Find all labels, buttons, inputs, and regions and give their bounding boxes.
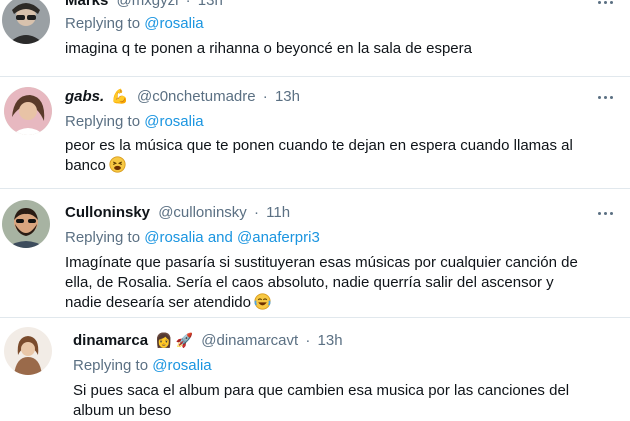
mention-link[interactable]: @rosalia: [144, 229, 203, 246]
tweet-text: Si pues saca el album para que cambien e…: [73, 381, 628, 421]
user-handle[interactable]: @mxgyzi: [117, 0, 179, 9]
more-options-icon[interactable]: [598, 212, 618, 220]
mention-link[interactable]: @rosalia: [144, 15, 203, 32]
tweet-text-line: ella, de Rosalia. Sería el caos absoluto…: [65, 274, 554, 291]
separator-dot: ·: [185, 0, 191, 9]
rocket-emoji: 🚀: [175, 332, 194, 348]
replying-prefix: Replying to: [65, 229, 141, 246]
tweet-header: Marks @mxgyzi · 13h: [65, 0, 223, 9]
avatar[interactable]: [2, 0, 50, 44]
tweet-text: peor es la música que te ponen cuando te…: [65, 136, 620, 176]
reply-tweet[interactable]: Culloninsky @culloninsky · 11h Replying …: [0, 189, 630, 317]
tweet-header: dinamarca 👩 🚀 @dinamarcavt · 13h: [73, 332, 343, 349]
replying-to: Replying to @rosalia: [73, 357, 212, 374]
more-options-icon[interactable]: [598, 1, 618, 9]
user-handle[interactable]: @culloninsky: [158, 204, 247, 221]
reply-tweet[interactable]: dinamarca 👩 🚀 @dinamarcavt · 13h Replying…: [0, 318, 630, 420]
display-name[interactable]: gabs.: [65, 88, 104, 105]
timestamp[interactable]: 13h: [318, 332, 343, 349]
flexed-biceps-emoji: 💪: [111, 88, 129, 104]
tired-face-emoji: [109, 156, 126, 173]
reply-tweet[interactable]: Marks @mxgyzi · 13h Replying to @rosalia…: [0, 0, 630, 76]
tweet-text-line: peor es la música que te ponen cuando te…: [65, 137, 573, 154]
user-handle[interactable]: @c0nchetumadre: [137, 88, 256, 105]
replying-prefix: Replying to: [65, 15, 141, 32]
avatar[interactable]: [4, 87, 52, 135]
timestamp[interactable]: 11h: [266, 204, 290, 221]
replying-to: Replying to @rosalia: [65, 15, 204, 32]
tears-of-joy-emoji: [254, 293, 271, 310]
tweet-text-line: Si pues saca el album para que cambien e…: [73, 382, 570, 399]
replying-prefix: Replying to: [65, 113, 141, 130]
display-name[interactable]: Marks: [65, 0, 108, 9]
reply-tweet[interactable]: gabs. 💪 @c0nchetumadre · 13h Replying to…: [0, 77, 630, 188]
tweet-text-line: nadie desearía ser atendido: [65, 293, 620, 313]
replying-and: and: [207, 229, 233, 246]
separator-dot: ·: [253, 204, 259, 221]
tweet-text-line: imagina q te ponen a rihanna o beyoncé e…: [65, 40, 472, 57]
avatar[interactable]: [2, 200, 50, 248]
replying-to: Replying to @rosalia: [65, 113, 204, 130]
timestamp[interactable]: 13h: [198, 0, 223, 9]
user-handle[interactable]: @dinamarcavt: [201, 332, 298, 349]
tweet-text-line: banco: [65, 156, 620, 176]
tweet-header: Culloninsky @culloninsky · 11h: [65, 204, 290, 221]
separator-dot: ·: [262, 88, 268, 105]
separator-dot: ·: [305, 332, 311, 349]
tweet-text-line: Imagínate que pasaría si sustituyeran es…: [65, 254, 578, 271]
person-emoji: 👩: [155, 332, 173, 348]
more-options-icon[interactable]: [598, 96, 618, 104]
mention-link[interactable]: @anaferpri3: [237, 229, 320, 246]
replying-prefix: Replying to: [73, 357, 149, 374]
tweet-text-fragment: nadie desearía ser atendido: [65, 294, 251, 311]
tweet-text: Imagínate que pasaría si sustituyeran es…: [65, 253, 620, 313]
tweet-header: gabs. 💪 @c0nchetumadre · 13h: [65, 88, 300, 105]
tweet-text: imagina q te ponen a rihanna o beyoncé e…: [65, 39, 620, 59]
display-name[interactable]: dinamarca: [73, 332, 148, 349]
mention-link[interactable]: @rosalia: [144, 113, 203, 130]
timestamp[interactable]: 13h: [275, 88, 300, 105]
avatar[interactable]: [4, 327, 52, 375]
mention-link[interactable]: @rosalia: [152, 357, 211, 374]
tweet-text-line: album un beso: [73, 402, 172, 419]
replying-to: Replying to @rosalia and @anaferpri3: [65, 229, 320, 246]
display-name[interactable]: Culloninsky: [65, 204, 150, 221]
tweet-text-fragment: banco: [65, 157, 106, 174]
